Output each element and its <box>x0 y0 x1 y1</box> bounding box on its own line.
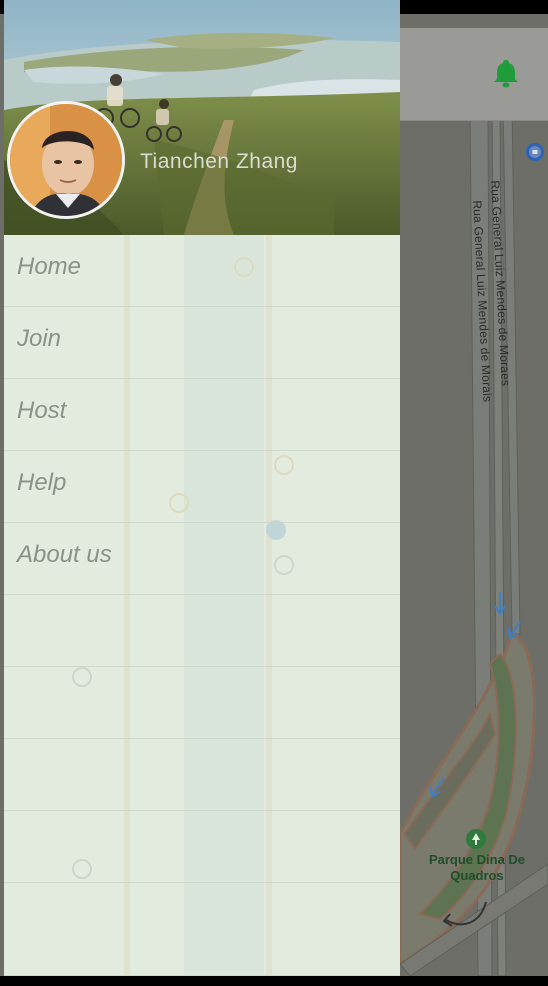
map-top-bar <box>400 28 548 121</box>
bottom-bar <box>0 976 548 986</box>
drawer-menu: Home Join Host Help About us <box>4 235 400 976</box>
menu-item-label: Help <box>17 469 67 496</box>
bell-icon[interactable] <box>492 58 520 88</box>
park-label: Parque Dina De Quadros <box>428 852 526 883</box>
drawer-header: Tianchen Zhang <box>4 0 400 235</box>
menu-item-label: About us <box>17 541 112 568</box>
menu-item-home[interactable]: Home <box>4 235 400 307</box>
user-name: Tianchen Zhang <box>140 150 298 173</box>
menu-item-about-us[interactable]: About us <box>4 523 400 595</box>
info-icon[interactable] <box>525 142 545 162</box>
park-pin-icon <box>465 828 487 850</box>
menu-row-empty <box>4 739 400 811</box>
avatar-photo <box>10 104 122 216</box>
side-drawer: Tianchen Zhang Home Join Host Help About… <box>4 0 400 976</box>
menu-row-empty <box>4 811 400 883</box>
menu-item-label: Home <box>17 253 82 280</box>
menu-item-host[interactable]: Host <box>4 379 400 451</box>
menu-row-empty <box>4 883 400 976</box>
menu-row-empty <box>4 595 400 667</box>
menu-item-label: Join <box>17 325 62 352</box>
menu-item-join[interactable]: Join <box>4 307 400 379</box>
menu-row-empty <box>4 667 400 739</box>
menu-item-label: Host <box>17 397 67 424</box>
menu-item-help[interactable]: Help <box>4 451 400 523</box>
app-screen: Rua General Luiz Mendes de Moraes Rua Ge… <box>0 0 548 986</box>
avatar[interactable] <box>7 101 125 219</box>
